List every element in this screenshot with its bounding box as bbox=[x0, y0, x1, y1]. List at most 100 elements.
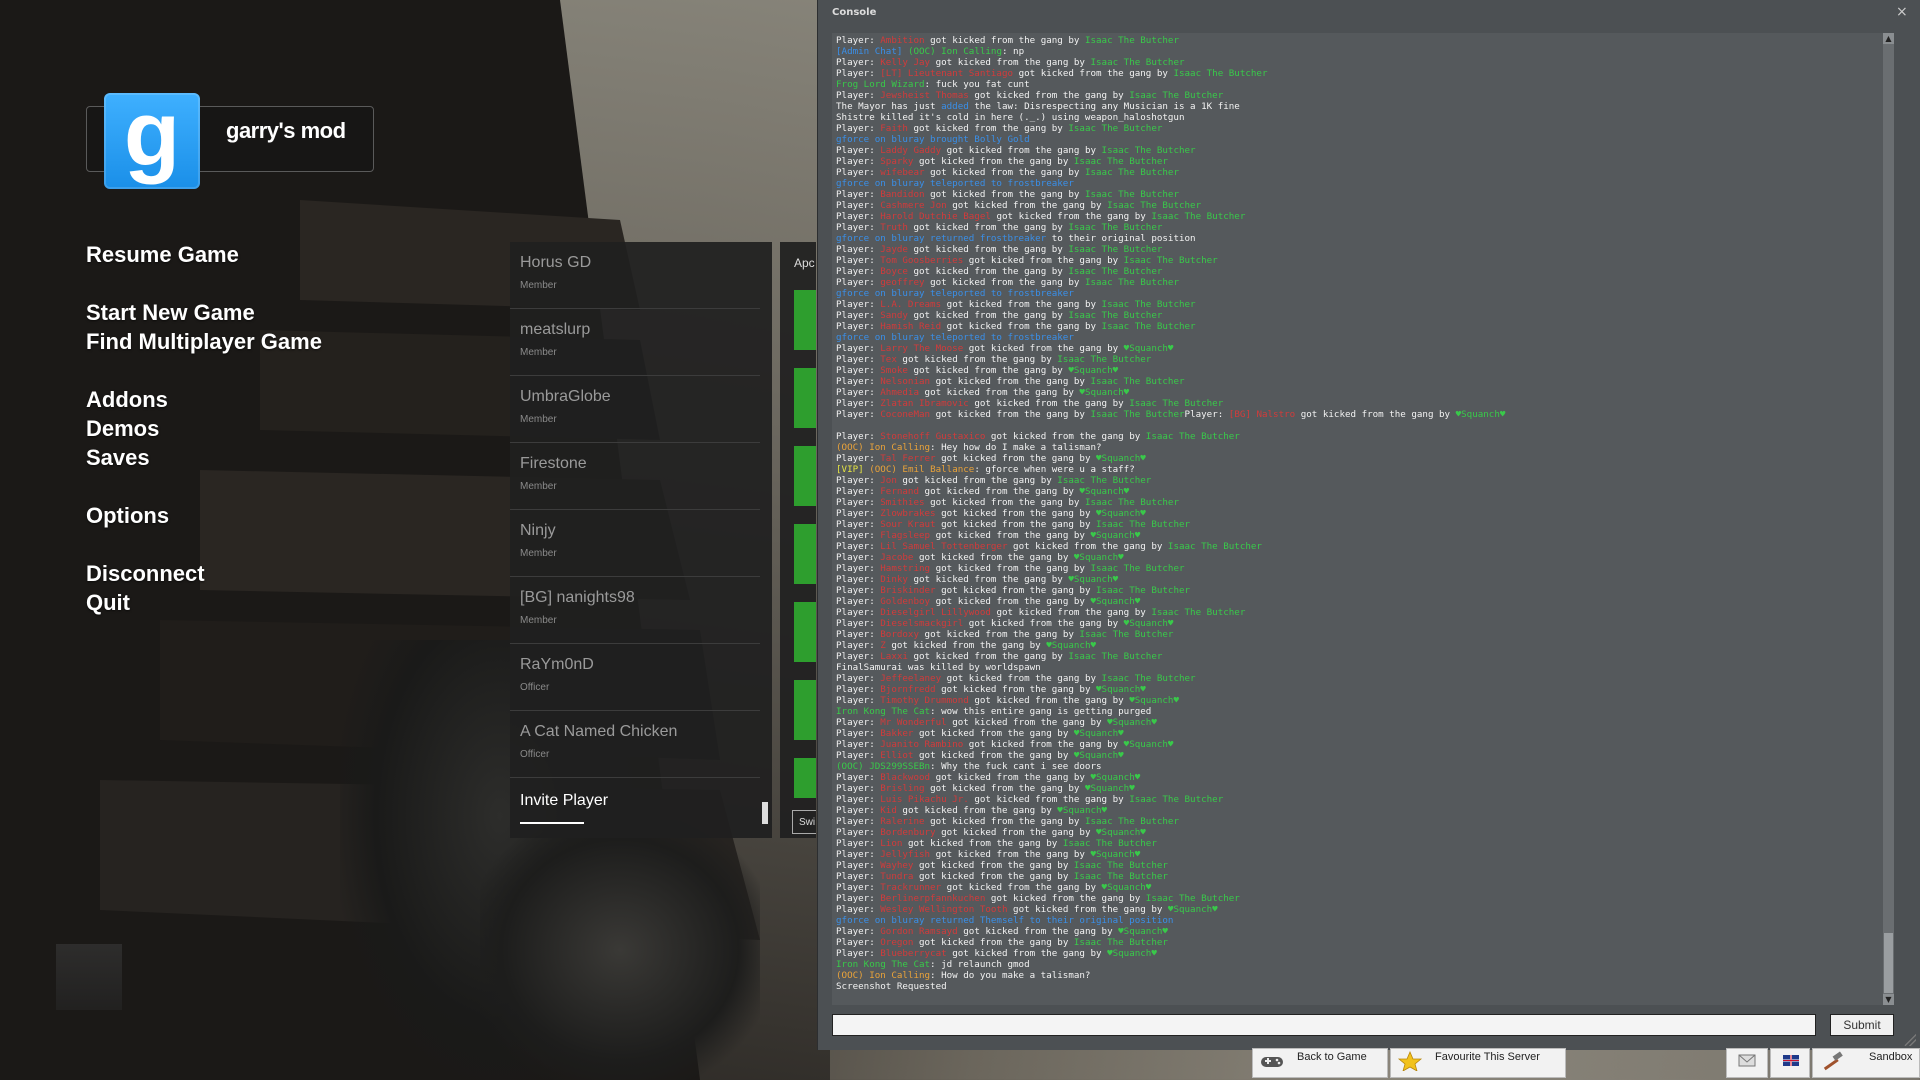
console-line: Player: Berlinerpfannkuchen got kicked f… bbox=[836, 893, 1505, 904]
menu-options[interactable]: Options bbox=[86, 503, 169, 529]
console-segment: Player: bbox=[836, 519, 881, 530]
gang-member-row[interactable]: [BG] nanights98 Member bbox=[510, 577, 760, 644]
menu-find-multiplayer-game[interactable]: Find Multiplayer Game bbox=[86, 329, 322, 355]
member-rank: Member bbox=[520, 280, 557, 291]
console-segment: Jacobe bbox=[880, 552, 914, 563]
sandbox-label: Sandbox bbox=[1869, 1051, 1913, 1063]
gang-member-row[interactable]: Ninjy Member bbox=[510, 510, 760, 577]
console-segment: got kicked from the gang by bbox=[935, 827, 1097, 838]
menu-resume-game[interactable]: Resume Game bbox=[86, 242, 239, 268]
close-icon[interactable]: × bbox=[1896, 4, 1908, 20]
console-segment: Lil Samuel Tottenberger bbox=[880, 541, 1008, 552]
side-panel-button[interactable]: Swi bbox=[792, 810, 816, 834]
console-segment: got kicked from the gang by bbox=[963, 739, 1124, 750]
favourite-server-button[interactable]: Favourite This Server bbox=[1390, 1048, 1566, 1078]
console-segment: Isaac The Butcher bbox=[1096, 519, 1191, 530]
gang-member-row[interactable]: Firestone Member bbox=[510, 443, 760, 510]
console-segment: ♥Squanch♥ bbox=[1046, 640, 1097, 651]
console-line: (OOC) JDS299SSEBn: Why the fuck cant i s… bbox=[836, 761, 1505, 772]
menu-addons[interactable]: Addons bbox=[86, 387, 168, 413]
console-segment: ♥Squanch♥ bbox=[1079, 387, 1130, 398]
console-line: Player: Hamstring got kicked from the ga… bbox=[836, 563, 1505, 574]
console-segment: got kicked from the gang by bbox=[907, 123, 1069, 134]
console-segment: Player: bbox=[836, 266, 881, 277]
console-segment: Player: bbox=[836, 222, 881, 233]
console-line: Player: L.A. Dreams got kicked from the … bbox=[836, 299, 1505, 310]
gang-list-scrollbar[interactable] bbox=[762, 802, 768, 824]
menu-saves[interactable]: Saves bbox=[86, 445, 150, 471]
member-name: Horus GD bbox=[520, 254, 592, 271]
mail-button[interactable] bbox=[1726, 1048, 1768, 1078]
console-segment: Player: bbox=[836, 904, 881, 915]
member-name: Firestone bbox=[520, 455, 587, 472]
console-segment: got kicked from the gang by bbox=[941, 321, 1102, 332]
language-button[interactable] bbox=[1770, 1048, 1810, 1078]
background-soldier-arm bbox=[480, 820, 760, 1080]
console-segment: Faith bbox=[880, 123, 908, 134]
console-line: Player: Laddy Gaddy got kicked from the … bbox=[836, 145, 1505, 156]
gang-member-row[interactable]: Horus GD Member bbox=[510, 242, 760, 309]
gang-member-row[interactable]: meatslurp Member bbox=[510, 309, 760, 376]
uk-flag-icon bbox=[1783, 1055, 1799, 1066]
console-segment: ♥Squanch♥ bbox=[1090, 849, 1141, 860]
member-name: [BG] nanights98 bbox=[520, 589, 635, 606]
console-segment: Boyce bbox=[880, 266, 908, 277]
back-to-game-button[interactable]: Back to Game bbox=[1252, 1048, 1388, 1078]
console-segment: Player: bbox=[836, 90, 881, 101]
scroll-up-icon[interactable]: ▲ bbox=[1883, 33, 1894, 44]
console-segment: Isaac The Butcher bbox=[1057, 475, 1152, 486]
console-segment: Blackwood bbox=[880, 772, 931, 783]
console-line: Player: Bandidon got kicked from the gan… bbox=[836, 189, 1505, 200]
console-input[interactable] bbox=[832, 1014, 1816, 1036]
gang-member-row[interactable]: A Cat Named Chicken Officer bbox=[510, 711, 760, 778]
console-segment: Goldenboy bbox=[880, 596, 931, 607]
console-segment: Trackrunner bbox=[880, 882, 942, 893]
console-segment: Mr Wonderful bbox=[880, 717, 947, 728]
menu-demos[interactable]: Demos bbox=[86, 416, 159, 442]
console-segment: Oregon bbox=[880, 937, 914, 948]
invite-player-button[interactable]: Invite Player bbox=[520, 792, 608, 810]
resize-grip-icon[interactable] bbox=[1904, 1034, 1916, 1046]
console-segment: Lion bbox=[880, 838, 903, 849]
console-line: Player: Truth got kicked from the gang b… bbox=[836, 222, 1505, 233]
console-segment: (OOC) JDS299SSEBn bbox=[836, 761, 931, 772]
console-segment: got kicked from the gang by bbox=[924, 783, 1085, 794]
console-segment: (OOC) Ion Calling bbox=[907, 46, 1002, 57]
sandbox-button[interactable]: Sandbox bbox=[1812, 1048, 1920, 1078]
status-bar bbox=[794, 602, 816, 662]
console-segment: Player: bbox=[836, 739, 881, 750]
menu-quit[interactable]: Quit bbox=[86, 590, 130, 616]
console-segment: Player: bbox=[836, 123, 881, 134]
status-bar bbox=[794, 290, 816, 350]
console-line: Player: Stonehoff Gustaxico got kicked f… bbox=[836, 431, 1505, 442]
console-segment: Truth bbox=[880, 222, 908, 233]
console-segment: Jeffeelaney bbox=[880, 673, 942, 684]
console-segment: Player: bbox=[836, 816, 881, 827]
console-line: Player: Bjornfredd got kicked from the g… bbox=[836, 684, 1505, 695]
console-segment: got kicked from the gang by bbox=[1007, 904, 1168, 915]
console-segment: Player: bbox=[836, 695, 881, 706]
menu-start-new-game[interactable]: Start New Game bbox=[86, 300, 255, 326]
gang-member-row[interactable]: RaYm0nD Officer bbox=[510, 644, 760, 711]
console-segment: Ambition bbox=[880, 35, 925, 46]
console-segment: Isaac The Butcher bbox=[1084, 497, 1179, 508]
console-segment: [Admin Chat] bbox=[836, 46, 903, 57]
submit-button[interactable]: Submit bbox=[1830, 1014, 1894, 1036]
console-segment: to their original position bbox=[1046, 233, 1196, 244]
console-segment: Isaac The Butcher bbox=[1084, 35, 1179, 46]
console-segment: Isaac The Butcher bbox=[1073, 871, 1168, 882]
menu-disconnect[interactable]: Disconnect bbox=[86, 561, 205, 587]
console-segment: Isaac The Butcher bbox=[1129, 90, 1224, 101]
console-scrollbar[interactable]: ▲ ▼ bbox=[1883, 33, 1894, 1005]
console-segment: Isaac The Butcher bbox=[1145, 893, 1240, 904]
console-segment: wifebear bbox=[880, 167, 925, 178]
scroll-down-icon[interactable]: ▼ bbox=[1883, 994, 1894, 1005]
console-segment: got kicked from the gang by bbox=[896, 354, 1058, 365]
console-segment: Player: bbox=[836, 838, 881, 849]
console-line: Player: Dinky got kicked from the gang b… bbox=[836, 574, 1505, 585]
favourite-server-label: Favourite This Server bbox=[1435, 1051, 1540, 1063]
scroll-thumb[interactable] bbox=[1884, 933, 1893, 993]
gang-member-row[interactable]: UmbraGlobe Member bbox=[510, 376, 760, 443]
console-segment: Player: bbox=[836, 431, 881, 442]
console-segment: Player: bbox=[836, 365, 881, 376]
